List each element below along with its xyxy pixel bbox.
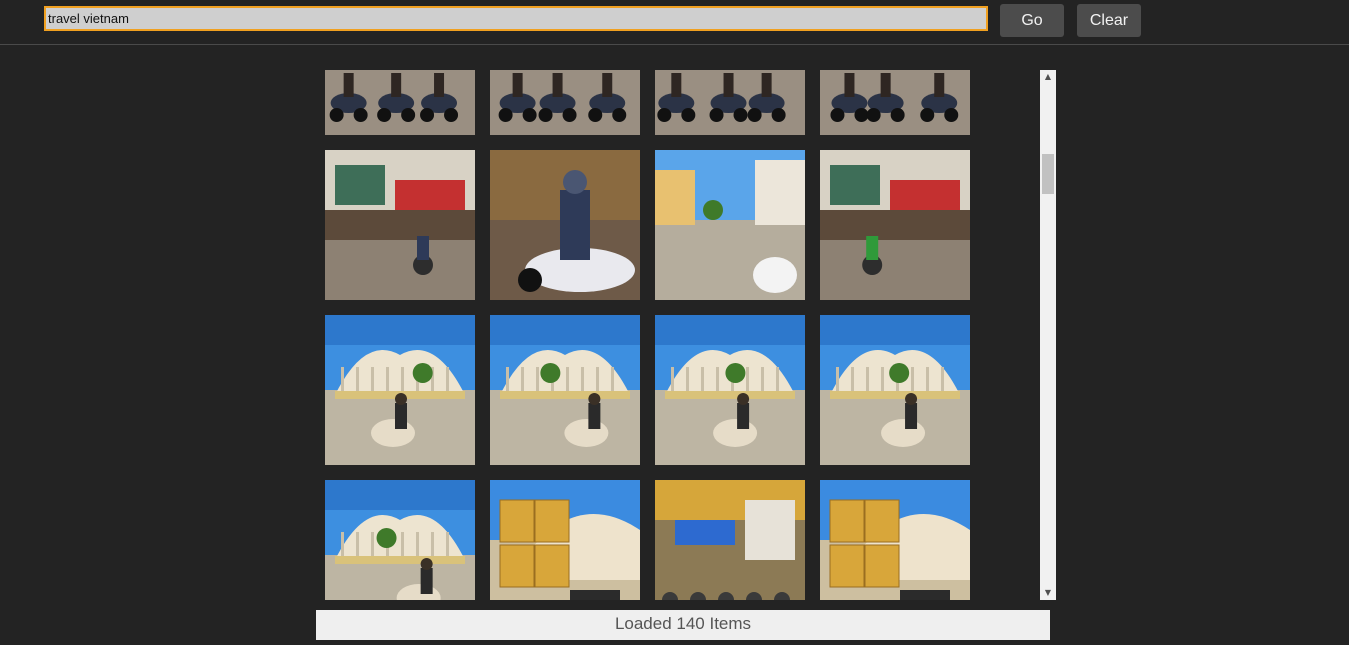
gallery-thumbnail[interactable] (490, 315, 640, 465)
gallery-thumbnail[interactable] (655, 315, 805, 465)
image-gallery[interactable] (316, 70, 1056, 600)
gallery-thumbnail[interactable] (820, 150, 970, 300)
gallery-thumbnail[interactable] (325, 315, 475, 465)
scroll-thumb[interactable] (1042, 154, 1054, 194)
go-button[interactable]: Go (1000, 4, 1064, 37)
status-bar: Loaded 140 Items (316, 610, 1050, 640)
gallery-scrollbar[interactable]: ▲ ▼ (1040, 70, 1056, 600)
gallery-thumbnail[interactable] (490, 70, 640, 135)
clear-button[interactable]: Clear (1077, 4, 1141, 37)
gallery-thumbnail[interactable] (325, 150, 475, 300)
search-toolbar: Go Clear (0, 0, 1349, 45)
gallery-thumbnail[interactable] (325, 70, 475, 135)
gallery-thumbnail[interactable] (325, 480, 475, 600)
gallery-thumbnail[interactable] (820, 315, 970, 465)
gallery-thumbnail[interactable] (490, 150, 640, 300)
scroll-up-arrow-icon[interactable]: ▲ (1040, 70, 1056, 84)
gallery-thumbnail[interactable] (490, 480, 640, 600)
scroll-down-arrow-icon[interactable]: ▼ (1040, 586, 1056, 600)
gallery-thumbnail[interactable] (820, 480, 970, 600)
gallery-thumbnail[interactable] (655, 480, 805, 600)
gallery-thumbnail[interactable] (655, 150, 805, 300)
gallery-thumbnail[interactable] (655, 70, 805, 135)
gallery-thumbnail[interactable] (820, 70, 970, 135)
search-input[interactable] (44, 6, 988, 31)
